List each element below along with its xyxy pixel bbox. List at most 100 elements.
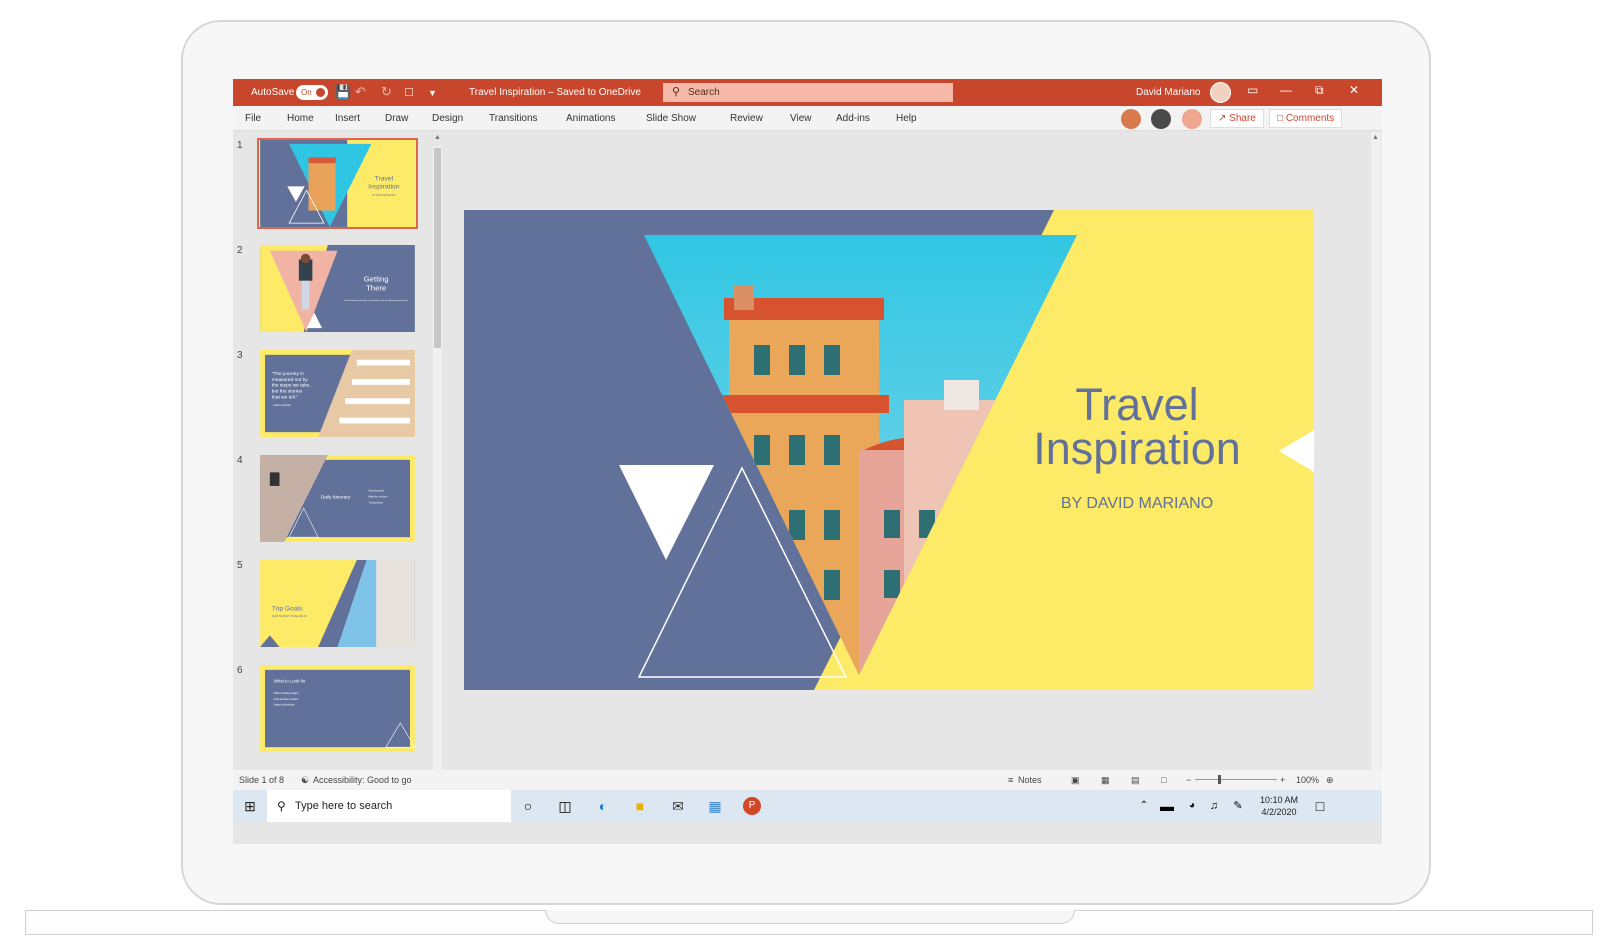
- thumb4-bullet: Walk the old town: [368, 496, 388, 499]
- tab-animations[interactable]: Animations: [566, 113, 615, 124]
- thumb-number: 4: [237, 455, 243, 466]
- user-avatar[interactable]: [1210, 82, 1231, 103]
- share-icon: ↗: [1218, 113, 1230, 124]
- slide-thumbnail-1[interactable]: Travel Inspiration BY DAVID MARIANO: [257, 138, 418, 229]
- search-placeholder: Search: [688, 87, 720, 98]
- cortana-icon[interactable]: ○: [519, 797, 537, 815]
- zoom-in-icon[interactable]: +: [1280, 775, 1285, 785]
- slide-sorter-icon[interactable]: ▦: [1101, 775, 1110, 786]
- thumb2-title2: There: [366, 283, 386, 292]
- redo-icon[interactable]: ↻: [381, 84, 392, 100]
- slide-count: Slide 1 of 8: [239, 775, 285, 785]
- file-explorer-icon[interactable]: ■: [631, 797, 649, 815]
- tab-draw[interactable]: Draw: [385, 113, 408, 124]
- collaborator-avatar[interactable]: [1182, 109, 1202, 129]
- laptop-notch: [545, 910, 1075, 924]
- zoom-slider[interactable]: [1195, 779, 1277, 780]
- slide-title-line2[interactable]: Inspiration: [1033, 423, 1241, 474]
- restore-icon[interactable]: ⧉: [1315, 83, 1324, 98]
- ribbon-tabs: File Home Insert Draw Design Transitions…: [233, 106, 1382, 131]
- share-button[interactable]: ↗ Share: [1210, 109, 1264, 128]
- slide-thumbnail-5[interactable]: Trip Goals WHAT WE WANT TO SEE AND DO: [257, 558, 418, 649]
- search-icon: ⚲: [277, 799, 286, 813]
- tab-help[interactable]: Help: [896, 113, 917, 124]
- pen-icon[interactable]: ✎: [1229, 797, 1247, 815]
- thumb1-title1: Travel: [375, 176, 394, 183]
- slide-show-icon[interactable]: □: [1161, 775, 1166, 785]
- tab-insert[interactable]: Insert: [335, 113, 360, 124]
- thumb1-subtitle: BY DAVID MARIANO: [372, 194, 395, 197]
- task-view-icon[interactable]: ◫: [556, 797, 574, 815]
- user-name[interactable]: David Mariano: [1136, 87, 1200, 98]
- undo-icon[interactable]: ↶: [355, 84, 366, 100]
- slide-thumbnail-6[interactable]: What to Look for Historic building desig…: [257, 663, 418, 754]
- thumb5-title: Trip Goals: [272, 605, 304, 612]
- minimize-icon[interactable]: —: [1280, 83, 1292, 97]
- system-clock[interactable]: 10:10 AM 4/2/2020: [1260, 794, 1298, 818]
- present-icon[interactable]: □: [405, 84, 413, 99]
- comments-label: Comments: [1285, 113, 1335, 124]
- wifi-icon[interactable]: ◕: [1183, 797, 1201, 815]
- fit-slide-icon[interactable]: ⊕: [1326, 775, 1334, 786]
- taskbar-search-input[interactable]: ⚲ Type here to search: [267, 790, 511, 822]
- zoom-slider-thumb[interactable]: [1218, 775, 1221, 784]
- reading-view-icon[interactable]: ▤: [1131, 775, 1140, 786]
- notes-button[interactable]: Notes: [1018, 775, 1042, 785]
- edge-browser-icon[interactable]: ◐: [594, 797, 612, 815]
- thumb3-quote2: measured not by: [272, 377, 309, 383]
- mail-icon[interactable]: ✉: [669, 797, 687, 815]
- slide-subtitle[interactable]: BY DAVID MARIANO: [1061, 495, 1213, 512]
- volume-icon[interactable]: ♫: [1205, 797, 1223, 815]
- status-bar: Slide 1 of 8 ☯ Accessibility: Good to go…: [233, 770, 1382, 790]
- zoom-level[interactable]: 100%: [1296, 775, 1319, 785]
- tab-view[interactable]: View: [790, 113, 812, 124]
- slide-canvas[interactable]: Travel Inspiration BY DAVID MARIANO: [464, 210, 1314, 690]
- tab-design[interactable]: Design: [432, 113, 463, 124]
- normal-view-icon[interactable]: ▣: [1071, 775, 1080, 786]
- document-title: Travel Inspiration – Saved to OneDrive: [469, 87, 641, 98]
- store-icon[interactable]: ▦: [706, 797, 724, 815]
- thumb-number: 3: [237, 350, 243, 361]
- powerpoint-app-icon[interactable]: P: [743, 797, 761, 815]
- share-label: Share: [1229, 113, 1256, 124]
- slide-thumbnail-pane: 1 Travel Inspiration BY DAVID MARIANO 2: [233, 132, 445, 820]
- thumb3-quote3: the steps we take,: [272, 383, 311, 389]
- scroll-up-icon[interactable]: ▲: [1372, 134, 1379, 141]
- customize-qat-icon[interactable]: ▼: [428, 88, 437, 98]
- thumb-number: 1: [237, 140, 243, 151]
- scroll-up-icon[interactable]: ▲: [434, 134, 441, 141]
- slide-scrollbar[interactable]: ▲ ▼ ▲ ▼: [1371, 132, 1381, 822]
- tab-file[interactable]: File: [245, 113, 261, 124]
- slide-thumbnail-4[interactable]: Daily Itinerary Visit museums Walk the o…: [257, 453, 418, 544]
- tab-add-ins[interactable]: Add-ins: [836, 113, 870, 124]
- scroll-thumb[interactable]: [434, 148, 441, 348]
- collaborator-avatar[interactable]: [1151, 109, 1171, 129]
- tab-home[interactable]: Home: [287, 113, 314, 124]
- thumb6-bullet: Local artisans at market: [274, 698, 299, 701]
- zoom-out-icon[interactable]: −: [1186, 775, 1191, 785]
- ribbon-display-icon[interactable]: ▭: [1247, 83, 1258, 97]
- autosave-toggle[interactable]: On: [296, 85, 328, 100]
- thumb3-attribution: – Author unknown: [272, 404, 292, 407]
- close-icon[interactable]: ✕: [1349, 83, 1359, 97]
- thumb5-subtitle: WHAT WE WANT TO SEE AND DO: [272, 615, 308, 618]
- tab-slide-show[interactable]: Slide Show: [646, 113, 696, 124]
- collaborator-avatar[interactable]: [1121, 109, 1141, 129]
- clock-date: 4/2/2020: [1261, 807, 1297, 817]
- tab-transitions[interactable]: Transitions: [489, 113, 538, 124]
- thumb2-body: We checked most of the city by bike to s…: [344, 299, 408, 302]
- slide-thumbnail-2[interactable]: Getting There We checked most of the cit…: [257, 243, 418, 334]
- slide-thumbnail-3[interactable]: “The journey is measured not by the step…: [257, 348, 418, 439]
- search-input[interactable]: ⚲ Search: [663, 83, 953, 102]
- powerpoint-window: AutoSave On 💾 ↶ ↻ □ ▼ Travel Inspiration…: [233, 79, 1382, 844]
- show-hidden-icons-icon[interactable]: ⌃: [1135, 797, 1153, 815]
- thumb-number: 5: [237, 560, 243, 571]
- comments-button[interactable]: □ Comments: [1269, 109, 1343, 128]
- accessibility-status[interactable]: Accessibility: Good to go: [313, 775, 412, 785]
- save-icon[interactable]: 💾: [335, 84, 351, 100]
- thumbnail-scrollbar[interactable]: ▲ ▼: [433, 134, 442, 818]
- notification-center-icon[interactable]: □: [1311, 797, 1329, 815]
- windows-start-icon[interactable]: ⊞: [241, 797, 259, 815]
- tab-review[interactable]: Review: [730, 113, 763, 124]
- battery-icon[interactable]: ▬: [1158, 797, 1176, 815]
